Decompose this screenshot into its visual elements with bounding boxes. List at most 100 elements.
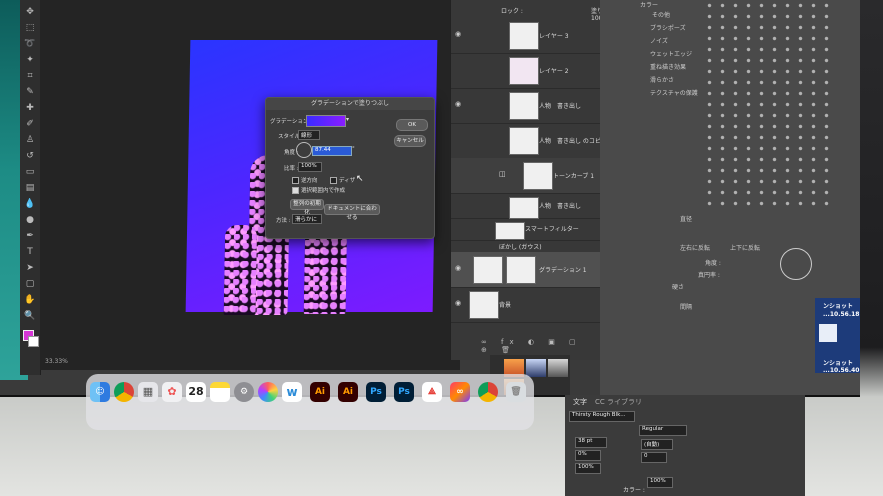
use-selection-checkbox[interactable] (292, 187, 299, 194)
font-style-select[interactable]: Regular (639, 425, 687, 436)
creative-cloud-icon[interactable]: ∞ (450, 382, 470, 402)
zoom-tool-icon[interactable]: 🔍 (24, 310, 36, 322)
flip-x-label[interactable]: 左右に反転 (680, 243, 710, 252)
layer-row[interactable]: 人物 書き出し (451, 193, 601, 219)
brush-option[interactable]: 滑らかさ (650, 75, 674, 84)
visibility-eye-icon[interactable]: ◉ (455, 100, 463, 108)
blur-tool-icon[interactable]: 💧 (24, 198, 36, 210)
brush-option[interactable]: ブラシポーズ (650, 23, 686, 32)
photoshop-icon[interactable]: Ps (366, 382, 386, 402)
ok-button[interactable]: OK (396, 119, 428, 131)
brush-option[interactable]: ノイズ (650, 36, 668, 45)
lasso-tool-icon[interactable]: ➰ (24, 38, 36, 50)
tracking-input[interactable]: 0 (641, 452, 667, 463)
pen-tool-icon[interactable]: ✒ (24, 230, 36, 242)
color-label: カラー : (623, 487, 645, 494)
brush-option[interactable]: テクスチャの保護 (650, 88, 698, 97)
eraser-tool-icon[interactable]: ▭ (24, 166, 36, 178)
illustrator-icon[interactable]: Ai (310, 382, 330, 402)
layer-name: 背景 (499, 302, 512, 309)
type-tool-icon[interactable]: T (24, 246, 36, 258)
history-brush-tool-icon[interactable]: ↺ (24, 150, 36, 162)
screenshot-thumbnails[interactable]: ンショット ...10.56.18 ンショット ...10.56.40 (815, 298, 860, 374)
tab-cc-library[interactable]: CC ライブラリ (595, 397, 642, 407)
shape-tool-icon[interactable]: ▢ (24, 278, 36, 290)
brush-option[interactable]: ウェットエッジ (650, 49, 692, 58)
finder-icon[interactable]: ☺ (90, 382, 110, 402)
layer-row-selected[interactable]: ◉ グラデーション 1 (451, 252, 601, 288)
reset-align-button[interactable]: 整列の初期化 (290, 199, 324, 216)
layer-row[interactable]: スマートフィルター (451, 218, 601, 241)
trash-icon[interactable]: 🗑 (506, 382, 526, 402)
angle-input[interactable]: 87.44 (312, 146, 352, 156)
photos-icon[interactable]: ✿ (162, 382, 182, 402)
brush-tip-grid[interactable] (703, 0, 833, 210)
align-to-document-button[interactable]: ドキュメントに合わせる (324, 204, 380, 221)
screenshot-thumbnail[interactable] (819, 324, 837, 342)
style-select[interactable]: 線形 (298, 130, 320, 140)
chrome-icon[interactable] (478, 382, 498, 402)
gradient-swatch[interactable] (306, 115, 346, 127)
cancel-button[interactable]: キャンセル (394, 135, 426, 147)
layer-row[interactable]: ◫ トーンカーブ 1 (451, 158, 601, 194)
eyedropper-tool-icon[interactable]: ✎ (24, 86, 36, 98)
reverse-label: 逆方向 (301, 178, 318, 184)
pixelmator-icon[interactable] (258, 382, 278, 402)
brush-option[interactable]: 重ね描き効果 (650, 62, 686, 71)
horizontal-scale-input[interactable]: 100% (647, 477, 673, 488)
layer-row[interactable]: レイヤー 2 (451, 53, 601, 89)
layer-row[interactable]: 人物 書き出し のコピー (451, 123, 607, 159)
calendar-icon[interactable]: 28 (186, 382, 206, 402)
visibility-eye-icon[interactable]: ◉ (455, 264, 463, 272)
layer-thumbnail (509, 92, 539, 120)
reverse-checkbox[interactable] (292, 177, 299, 184)
kerning-input[interactable]: 0% (575, 450, 601, 461)
swatch-thumb[interactable] (526, 359, 546, 377)
swatch-thumb[interactable] (548, 359, 568, 377)
acrobat-icon[interactable]: ⟁ (422, 382, 442, 402)
illustrator-icon[interactable]: Ai (338, 382, 358, 402)
magic-wand-tool-icon[interactable]: ✦ (24, 54, 36, 66)
brush-option[interactable]: その他 (652, 10, 670, 19)
tab-character[interactable]: 文字 (573, 397, 587, 407)
background-color-swatch[interactable] (28, 336, 39, 347)
brush-option[interactable]: カラー (640, 0, 658, 9)
leading-input[interactable]: (自動) (641, 439, 673, 450)
angle-dial[interactable] (296, 142, 312, 158)
vertical-scale-input[interactable]: 100% (575, 463, 601, 474)
move-tool-icon[interactable]: ✥ (24, 6, 36, 18)
launchpad-icon[interactable]: ▦ (138, 382, 158, 402)
layers-panel: ロック : 塗り : 100% ◉ レイヤー 3 レイヤー 2 ◉ 人物 書き出… (450, 0, 608, 360)
method-select[interactable]: 滑らかに (292, 214, 322, 224)
dodge-tool-icon[interactable]: ● (24, 214, 36, 226)
layer-actions-icon[interactable]: ∞ fx ◐ ▣ ▢ ⊕ 🗑 (481, 338, 601, 354)
visibility-eye-icon[interactable]: ◉ (455, 299, 463, 307)
flip-y-label[interactable]: 上下に反転 (730, 243, 760, 252)
chrome-icon[interactable] (114, 382, 134, 402)
gradient-dropdown-icon[interactable]: ▾ (346, 116, 349, 123)
visibility-eye-icon[interactable]: ◉ (455, 30, 463, 38)
stamp-tool-icon[interactable]: ♙ (24, 134, 36, 146)
font-size-input[interactable]: 38 pt (575, 437, 607, 448)
dither-checkbox[interactable] (330, 177, 337, 184)
layer-thumbnail (473, 256, 503, 284)
notes-icon[interactable] (210, 382, 230, 402)
layer-row[interactable]: ◉ レイヤー 3 (451, 18, 601, 54)
font-family-select[interactable]: Thirsty Rough Blk... (569, 411, 635, 422)
layer-row[interactable]: ◉ 背景 (451, 287, 601, 323)
layer-row[interactable]: ◉ 人物 書き出し (451, 88, 601, 124)
hand-tool-icon[interactable]: ✋ (24, 294, 36, 306)
wunderbucket-icon[interactable]: w (282, 382, 302, 402)
settings-icon[interactable]: ⚙ (234, 382, 254, 402)
crop-tool-icon[interactable]: ⌗ (24, 70, 36, 82)
marquee-tool-icon[interactable]: ⬚ (24, 22, 36, 34)
brush-tool-icon[interactable]: ✐ (24, 118, 36, 130)
path-select-tool-icon[interactable]: ➤ (24, 262, 36, 274)
layer-mask-thumbnail (506, 256, 536, 284)
layer-thumbnail (509, 57, 539, 85)
gradient-tool-icon[interactable]: ▤ (24, 182, 36, 194)
healing-tool-icon[interactable]: ✚ (24, 102, 36, 114)
brush-angle-preview[interactable] (780, 248, 812, 280)
photoshop-icon[interactable]: Ps (394, 382, 414, 402)
scale-input[interactable]: 100% (298, 162, 322, 172)
